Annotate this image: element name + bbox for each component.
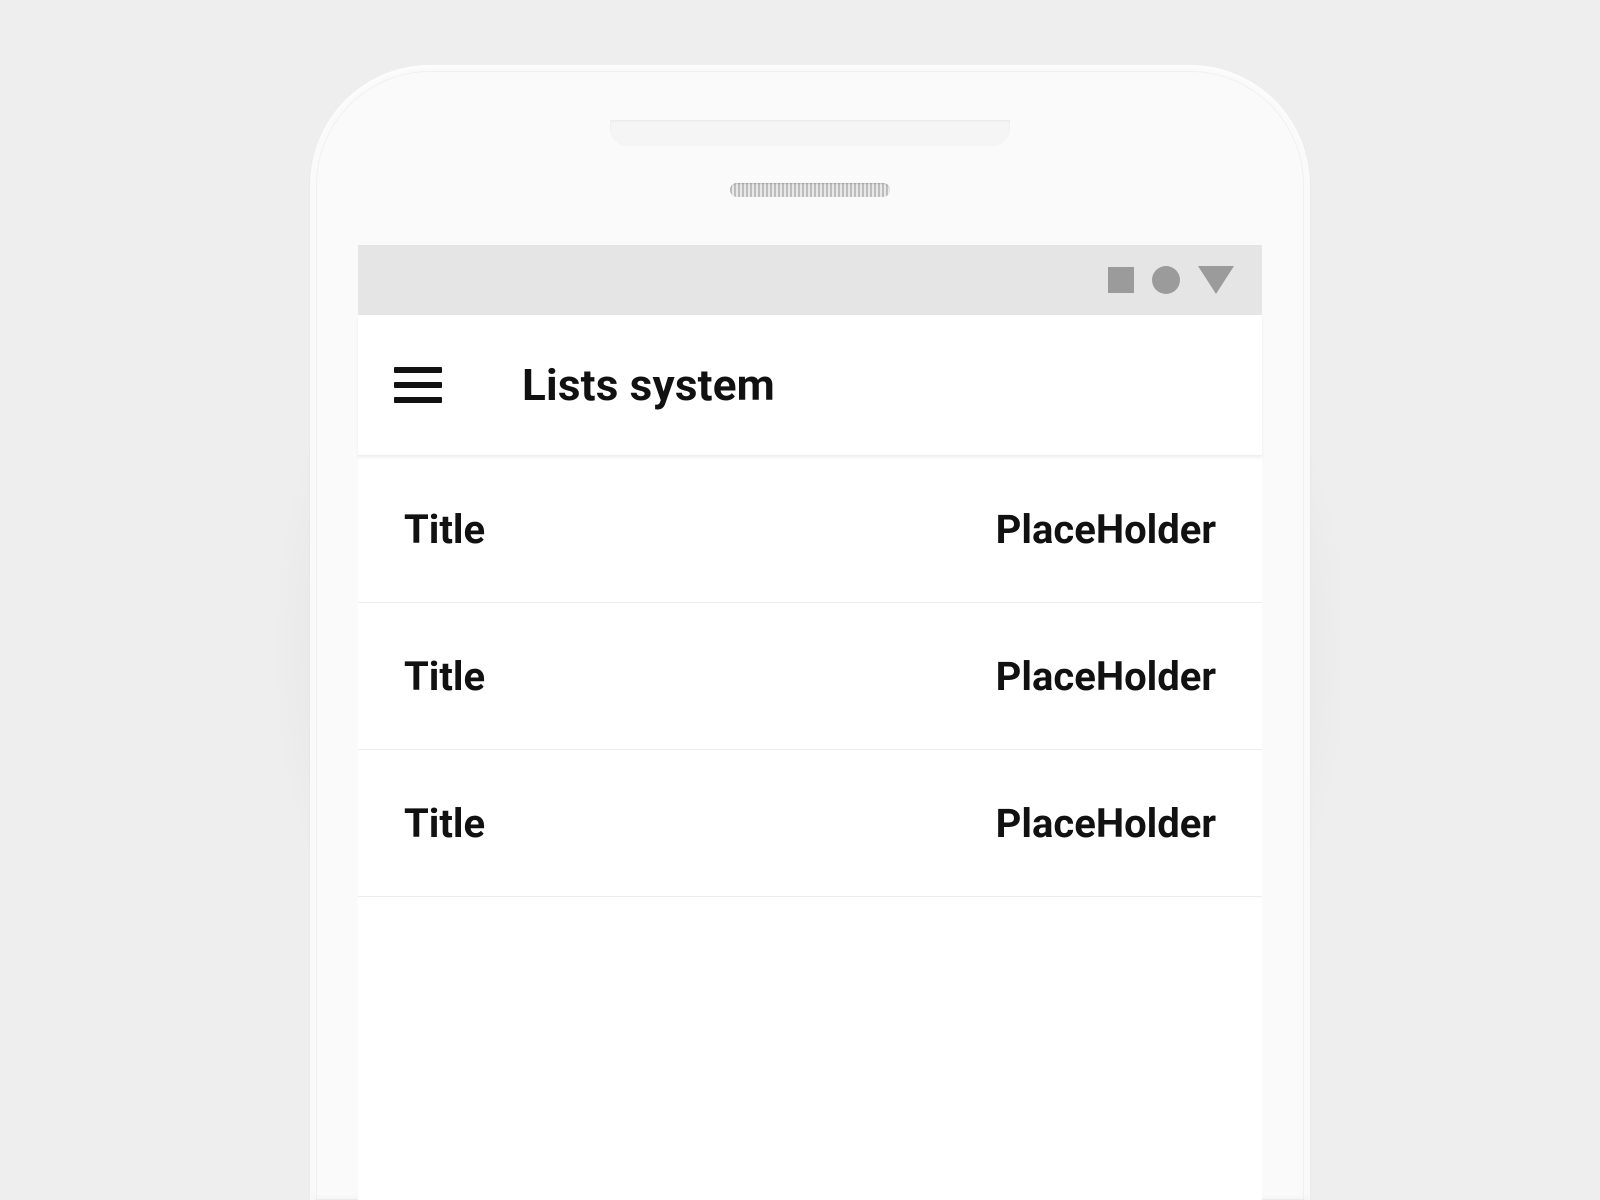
- status-square-icon: [1108, 267, 1134, 293]
- phone-speaker: [730, 183, 890, 197]
- list-item-title: Title: [404, 653, 485, 700]
- list-item-title: Title: [404, 800, 485, 847]
- list-item[interactable]: Title PlaceHolder: [358, 750, 1262, 897]
- list-item[interactable]: Title PlaceHolder: [358, 456, 1262, 603]
- status-triangle-down-icon: [1198, 266, 1234, 294]
- status-bar: [358, 245, 1262, 315]
- app-bar: Lists system: [358, 315, 1262, 456]
- list-item-value: PlaceHolder: [996, 506, 1216, 553]
- list-item-value: PlaceHolder: [996, 653, 1216, 700]
- status-icons: [1108, 266, 1234, 294]
- list: Title PlaceHolder Title PlaceHolder Titl…: [358, 456, 1262, 897]
- list-item-value: PlaceHolder: [996, 800, 1216, 847]
- status-circle-icon: [1152, 266, 1180, 294]
- menu-icon[interactable]: [394, 367, 442, 403]
- list-item-title: Title: [404, 506, 485, 553]
- phone-screen: Lists system Title PlaceHolder Title Pla…: [358, 245, 1262, 1200]
- list-item[interactable]: Title PlaceHolder: [358, 603, 1262, 750]
- phone-frame: Lists system Title PlaceHolder Title Pla…: [310, 65, 1310, 1200]
- app-title: Lists system: [522, 359, 775, 411]
- phone-top-notch: [610, 120, 1010, 146]
